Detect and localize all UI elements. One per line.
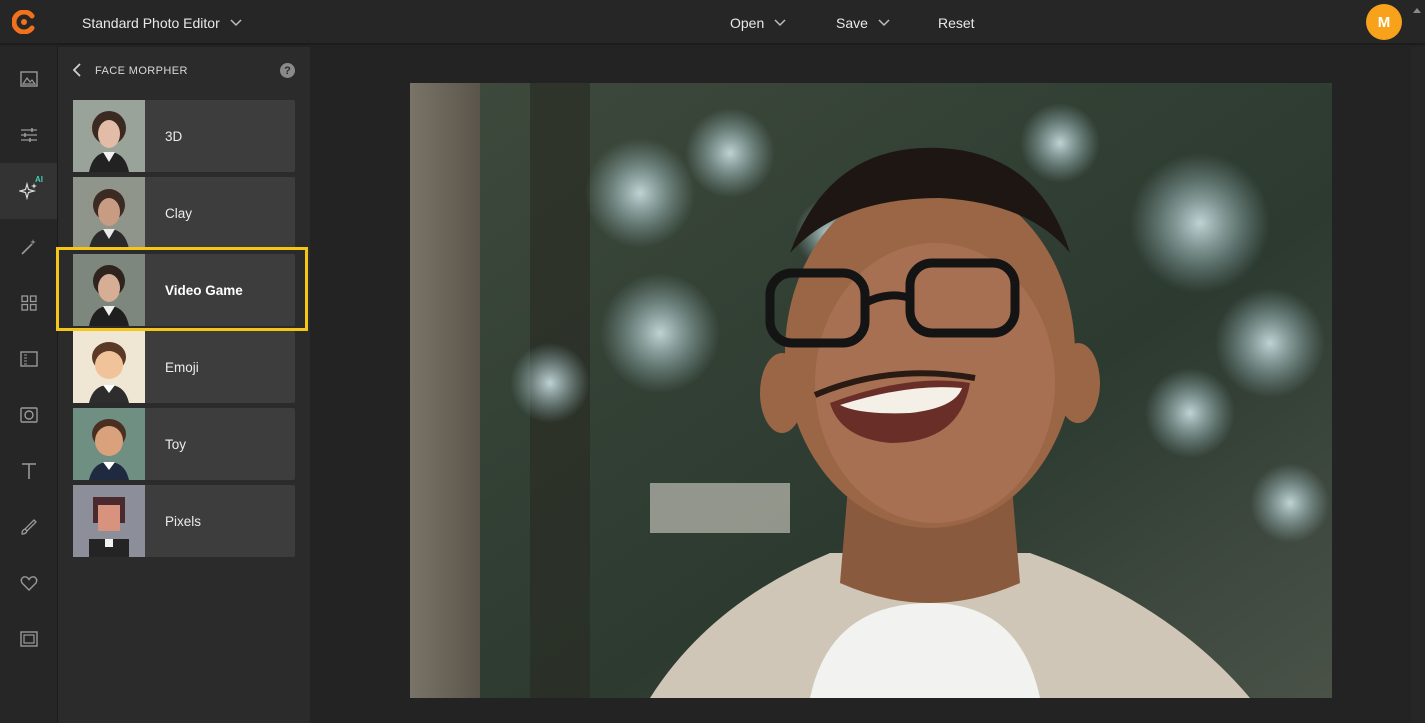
style-item-video-game[interactable]: Video Game [73,254,295,326]
style-label: Video Game [165,282,243,298]
editor-mode-select[interactable]: Standard Photo Editor [72,0,252,45]
chevron-down-icon [774,18,786,26]
portrait-thumbnail-icon [73,408,145,480]
portrait-thumbnail-icon [73,485,145,557]
style-label: Pixels [165,513,202,529]
face-morpher-panel: FACE MORPHER ? 3D Clay Video Game Emoji … [58,47,310,723]
scroll-up-icon[interactable] [1411,6,1423,14]
portrait-thumbnail-icon [73,254,145,326]
style-thumbnail [73,254,145,326]
vertical-scrollbar[interactable] [1411,47,1425,723]
open-menu[interactable]: Open [730,0,786,45]
magic-wand-icon [20,239,36,255]
grid-icon [20,295,37,311]
help-icon[interactable]: ? [280,63,295,78]
open-menu-label: Open [730,14,765,31]
rail-item-adjust[interactable] [0,107,57,163]
style-label: Clay [165,205,193,221]
portrait-thumbnail-icon [73,331,145,403]
rail-item-magic[interactable] [0,219,57,275]
rail-item-brush[interactable] [0,499,57,555]
app-logo-icon[interactable] [12,10,36,34]
reset-button-label: Reset [938,14,975,31]
save-menu[interactable]: Save [836,0,890,45]
style-thumbnail [73,485,145,557]
ai-badge: AI [35,175,43,184]
photo-preview[interactable] [410,83,1332,698]
style-thumbnail [73,331,145,403]
frame-icon [19,407,38,423]
heart-icon [20,576,37,591]
tool-rail: AI [0,47,58,723]
brush-icon [20,519,37,535]
style-thumbnail [73,100,145,172]
chevron-down-icon [878,18,890,26]
top-bar: Standard Photo Editor Open Save Reset M [0,0,1425,45]
style-label: Toy [165,436,187,452]
adjust-sliders-icon [20,128,37,142]
reset-button[interactable]: Reset [938,0,975,45]
portrait-thumbnail-icon [73,100,145,172]
panel-header: FACE MORPHER ? [58,47,310,93]
rail-item-text[interactable] [0,443,57,499]
style-thumbnail [73,177,145,249]
style-item-3d[interactable]: 3D [73,100,295,172]
border-icon [19,631,38,647]
style-label: 3D [165,128,183,144]
image-icon [19,71,38,87]
save-menu-label: Save [836,14,868,31]
panel-title: FACE MORPHER [95,65,188,77]
editor-canvas [310,47,1425,723]
style-item-clay[interactable]: Clay [73,177,295,249]
chevron-down-icon [230,18,242,26]
portrait-thumbnail-icon [73,177,145,249]
style-item-pixels[interactable]: Pixels [73,485,295,557]
editor-mode-label: Standard Photo Editor [82,14,220,31]
rail-item-grid[interactable] [0,275,57,331]
back-arrow-icon[interactable] [70,62,84,78]
style-thumbnail [73,408,145,480]
rail-item-image[interactable] [0,51,57,107]
portrait-photo [410,83,1332,698]
texture-icon [19,351,38,367]
user-avatar[interactable]: M [1366,4,1402,40]
style-item-emoji[interactable]: Emoji [73,331,295,403]
style-label: Emoji [165,359,199,375]
rail-item-border[interactable] [0,611,57,667]
ai-sparkle-icon [18,181,37,201]
rail-item-ai[interactable]: AI [0,163,57,219]
rail-item-texture[interactable] [0,331,57,387]
rail-item-frame[interactable] [0,387,57,443]
text-icon [21,463,36,479]
style-item-toy[interactable]: Toy [73,408,295,480]
rail-item-favorites[interactable] [0,555,57,611]
